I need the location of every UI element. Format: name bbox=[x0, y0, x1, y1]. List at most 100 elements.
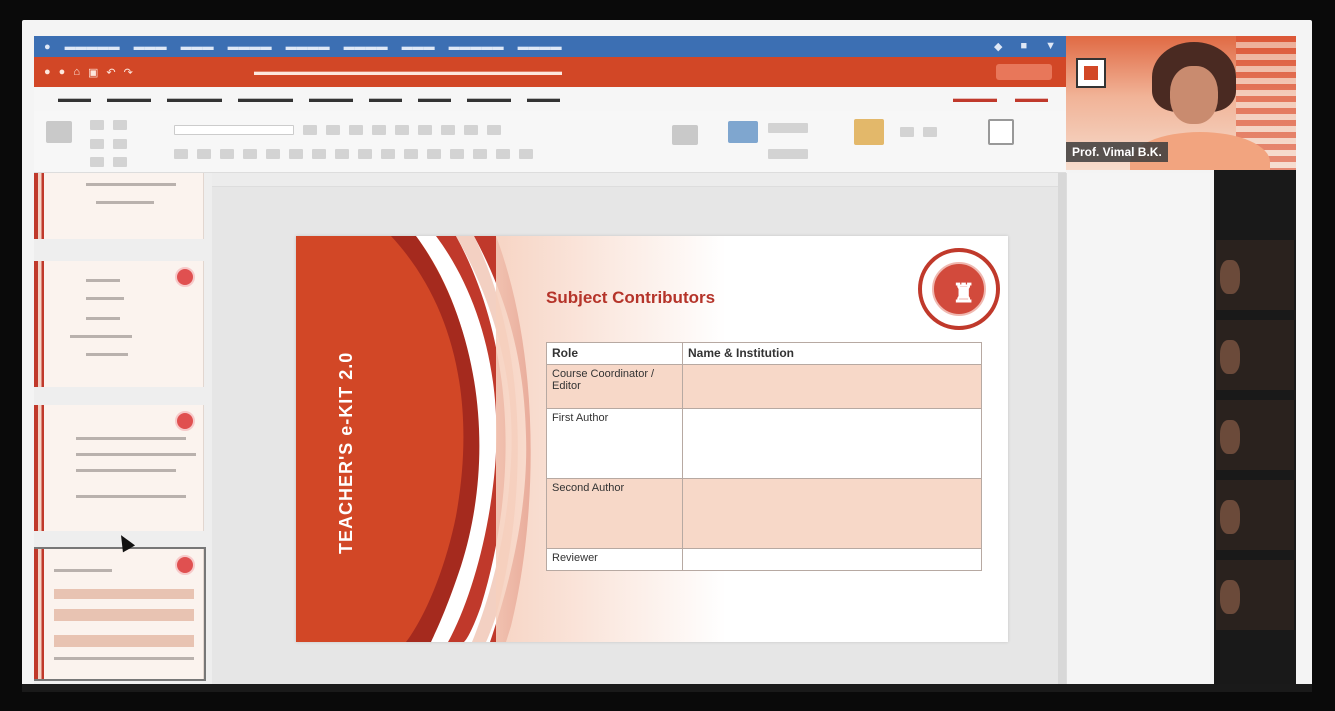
table-cell-name[interactable] bbox=[682, 364, 982, 409]
menu-item[interactable]: ▬▬▬ bbox=[402, 41, 435, 53]
new-slide-button[interactable] bbox=[46, 121, 72, 143]
font-controls[interactable] bbox=[174, 125, 501, 135]
tab[interactable]: ▬▬▬▬ bbox=[107, 93, 151, 105]
slide-logo-icon bbox=[175, 267, 195, 287]
shapes-icon bbox=[768, 123, 808, 133]
menu-bar-tray: ◆ ■ ▼ bbox=[994, 40, 1066, 53]
table-header-role: Role bbox=[546, 342, 683, 365]
app-icon bbox=[1076, 58, 1106, 88]
close-icon[interactable]: ● bbox=[44, 66, 51, 79]
minimize-icon[interactable]: ● bbox=[59, 66, 66, 79]
quick-access-toolbar: ● ● ⌂ ▣ ↶ ↷ bbox=[34, 66, 254, 79]
screen-share: ● ▬▬▬▬▬ ▬▬▬ ▬▬▬ ▬▬▬▬ ▬▬▬▬ ▬▬▬▬ ▬▬▬ ▬▬▬▬▬… bbox=[0, 0, 1335, 711]
tab[interactable]: ▬▬▬ bbox=[369, 93, 402, 105]
table-cell-name[interactable] bbox=[682, 548, 982, 571]
designer-icon bbox=[988, 119, 1014, 145]
table-cell-role[interactable]: Second Author bbox=[546, 478, 683, 549]
side-pane bbox=[1066, 173, 1214, 684]
menu-item[interactable]: ▬▬▬ bbox=[134, 41, 167, 53]
participant-tile[interactable] bbox=[1216, 480, 1294, 550]
app-title-bar: ● ● ⌂ ▣ ↶ ↷ ▬▬▬▬▬▬▬▬▬▬▬▬▬▬▬▬▬▬▬▬▬▬▬▬▬▬▬▬ bbox=[34, 57, 1066, 87]
tab[interactable]: ▬▬▬▬ bbox=[467, 93, 511, 105]
ribbon-home bbox=[34, 111, 1066, 173]
tab[interactable]: ▬▬▬ bbox=[58, 93, 91, 105]
mac-menu-bar: ● ▬▬▬▬▬ ▬▬▬ ▬▬▬ ▬▬▬▬ ▬▬▬▬ ▬▬▬▬ ▬▬▬ ▬▬▬▬▬… bbox=[34, 36, 1066, 57]
table-row[interactable]: Second Author bbox=[546, 478, 982, 549]
ekit-title-text: TEACHER'S e-KIT 2.0 bbox=[336, 351, 356, 554]
section-buttons[interactable] bbox=[90, 157, 127, 167]
table-cell-role[interactable]: First Author bbox=[546, 408, 683, 479]
tabs-right-actions: ▬▬▬▬ ▬▬▬ bbox=[953, 93, 1066, 105]
tab[interactable]: ▬▬▬▬ bbox=[309, 93, 353, 105]
slide-thumbnail[interactable] bbox=[34, 405, 204, 531]
wifi-icon[interactable]: ◆ bbox=[994, 40, 1002, 53]
table-row[interactable]: First Author bbox=[546, 408, 982, 479]
styles-button[interactable] bbox=[854, 119, 884, 145]
participant-tile[interactable] bbox=[1216, 240, 1294, 310]
slide-heading: Subject Contributors bbox=[546, 288, 716, 307]
apple-icon[interactable]: ● bbox=[44, 41, 51, 53]
window-bottom-edge bbox=[22, 684, 1312, 692]
menu-item[interactable]: ▬▬▬ bbox=[181, 41, 214, 53]
menu-item[interactable]: ▬▬▬▬▬ bbox=[449, 41, 504, 53]
table-header-name: Name & Institution bbox=[682, 342, 982, 365]
format-controls[interactable] bbox=[174, 149, 533, 159]
layout-buttons[interactable] bbox=[90, 120, 127, 130]
contributors-table[interactable]: Role Name & Institution Course Coordinat… bbox=[546, 342, 982, 571]
table-row[interactable]: Reviewer bbox=[546, 548, 982, 571]
picture-icon bbox=[728, 121, 758, 143]
home-icon[interactable]: ⌂ bbox=[73, 66, 80, 79]
table-cell-name[interactable] bbox=[682, 408, 982, 479]
menu-item[interactable]: ▬▬▬▬ bbox=[518, 41, 562, 53]
participant-tile[interactable] bbox=[1216, 560, 1294, 630]
table-row[interactable]: Course Coordinator / Editor bbox=[546, 364, 982, 409]
comments-button[interactable]: ▬▬▬▬ bbox=[953, 93, 997, 105]
menu-item[interactable]: ▬▬▬▬ bbox=[286, 41, 330, 53]
participant-strip[interactable] bbox=[1214, 170, 1296, 684]
convert-button[interactable] bbox=[672, 125, 698, 145]
reset-buttons[interactable] bbox=[90, 139, 127, 149]
participant-name: Prof. Vimal B.K. bbox=[1066, 142, 1168, 162]
styles-icon bbox=[854, 119, 884, 145]
save-icon[interactable]: ▣ bbox=[88, 66, 98, 79]
shapes-buttons[interactable] bbox=[768, 123, 808, 133]
slide-thumbnail[interactable] bbox=[34, 261, 204, 387]
tab[interactable]: ▬▬▬▬▬ bbox=[167, 93, 222, 105]
search-icon[interactable] bbox=[996, 64, 1052, 80]
participant-tile[interactable] bbox=[1216, 320, 1294, 390]
quick-style-buttons[interactable] bbox=[900, 127, 937, 137]
menu-item[interactable]: ▬▬▬▬▬ bbox=[65, 41, 120, 53]
vertical-scrollbar[interactable] bbox=[1058, 173, 1066, 684]
slide-logo-icon bbox=[175, 555, 195, 575]
convert-icon bbox=[672, 125, 698, 145]
undo-icon[interactable]: ↶ bbox=[106, 66, 115, 79]
slide-thumbnail-selected[interactable] bbox=[34, 547, 206, 681]
current-slide[interactable]: TEACHER'S e-KIT 2.0 Subject Contributors… bbox=[296, 236, 1008, 642]
institution-logo-icon: ♜ bbox=[918, 248, 1000, 330]
video-call-tile[interactable]: Prof. Vimal B.K. bbox=[1066, 36, 1296, 170]
table-cell-role[interactable]: Reviewer bbox=[546, 548, 683, 571]
ribbon-tabs: ▬▬▬ ▬▬▬▬ ▬▬▬▬▬ ▬▬▬▬▬ ▬▬▬▬ ▬▬▬ ▬▬▬ ▬▬▬▬ ▬… bbox=[34, 87, 1066, 111]
menu-item[interactable]: ▬▬▬▬ bbox=[228, 41, 272, 53]
slide-thumbnail[interactable] bbox=[34, 173, 204, 239]
tab[interactable]: ▬▬▬ bbox=[527, 93, 560, 105]
redo-icon[interactable]: ↷ bbox=[124, 66, 133, 79]
share-icon[interactable]: ▬▬▬ bbox=[1015, 93, 1048, 105]
clock-icon[interactable]: ▼ bbox=[1045, 40, 1056, 53]
picture-button[interactable] bbox=[728, 121, 758, 143]
arrange-buttons[interactable] bbox=[768, 149, 808, 159]
document-title: ▬▬▬▬▬▬▬▬▬▬▬▬▬▬▬▬▬▬▬▬▬▬▬▬▬▬▬▬ bbox=[254, 66, 562, 78]
battery-icon[interactable]: ■ bbox=[1020, 40, 1027, 53]
table-header-row: Role Name & Institution bbox=[546, 342, 982, 365]
menu-item[interactable]: ▬▬▬▬ bbox=[344, 41, 388, 53]
tab[interactable]: ▬▬▬▬▬ bbox=[238, 93, 293, 105]
ruler bbox=[212, 173, 1066, 187]
table-cell-name[interactable] bbox=[682, 478, 982, 549]
slide-thumbnail-pane[interactable] bbox=[34, 173, 212, 684]
new-slide-icon bbox=[46, 121, 72, 143]
slide-logo-icon bbox=[175, 411, 195, 431]
participant-tile[interactable] bbox=[1216, 400, 1294, 470]
tab[interactable]: ▬▬▬ bbox=[418, 93, 451, 105]
designer-button[interactable] bbox=[988, 119, 1014, 145]
table-cell-role[interactable]: Course Coordinator / Editor bbox=[546, 364, 683, 409]
